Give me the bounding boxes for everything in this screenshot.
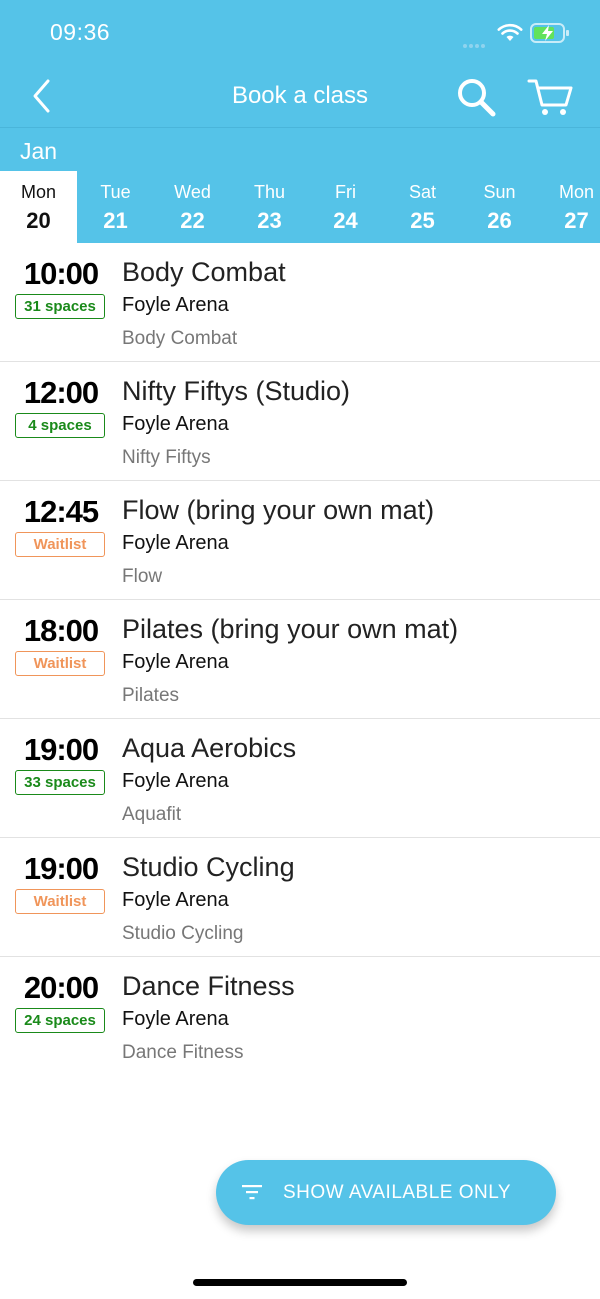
class-name: Studio Cycling <box>122 852 295 882</box>
show-available-only-button[interactable]: SHOW AVAILABLE ONLY <box>216 1160 556 1225</box>
class-time: 19:00 <box>23 851 99 886</box>
day-name: Tue <box>100 182 131 202</box>
day-name: Sat <box>408 182 437 202</box>
class-category: Pilates <box>122 685 180 706</box>
class-category: Nifty Fiftys <box>122 447 211 468</box>
waitlist-badge: Waitlist <box>15 651 105 676</box>
filter-icon <box>242 1185 262 1200</box>
day-tab-tue-21[interactable]: Tue 21 <box>77 171 154 243</box>
day-tab-mon-20[interactable]: Mon 20 <box>0 171 77 243</box>
day-tab-sun-26[interactable]: Sun 26 <box>461 171 538 243</box>
day-date: 23 <box>257 208 282 233</box>
day-name: Wed <box>174 182 211 202</box>
class-category: Dance Fitness <box>122 1042 244 1063</box>
day-name: Fri <box>335 182 356 202</box>
cellular-signal-icon <box>463 35 487 53</box>
fab-label: SHOW AVAILABLE ONLY <box>283 1182 512 1203</box>
battery-charging-icon <box>530 23 569 43</box>
day-date: 21 <box>103 208 128 233</box>
class-venue: Foyle Arena <box>122 651 229 673</box>
nav-bar: Book a class <box>0 64 600 128</box>
class-name: Body Combat <box>122 257 286 287</box>
class-name: Dance Fitness <box>122 971 295 1001</box>
class-category: Flow <box>122 566 163 587</box>
wifi-icon <box>497 23 523 41</box>
day-date: 25 <box>410 208 435 233</box>
day-tab-sat-25[interactable]: Sat 25 <box>384 171 461 243</box>
availability-badge: 4 spaces <box>15 413 105 438</box>
status-bar: 09:36 <box>0 0 600 64</box>
availability-badge: 33 spaces <box>15 770 105 795</box>
availability-badge: 24 spaces <box>15 1008 105 1033</box>
class-row[interactable]: 19:00 33 spaces Aqua Aerobics Foyle Aren… <box>0 719 600 838</box>
class-row[interactable]: 20:00 24 spaces Dance Fitness Foyle Aren… <box>0 957 600 1075</box>
header-divider <box>0 127 600 128</box>
home-indicator[interactable] <box>193 1279 407 1286</box>
day-name: Mon <box>558 182 594 202</box>
class-row[interactable]: 12:00 4 spaces Nifty Fiftys (Studio) Foy… <box>0 362 600 481</box>
class-category: Studio Cycling <box>122 923 244 944</box>
class-row[interactable]: 18:00 Waitlist Pilates (bring your own m… <box>0 600 600 719</box>
class-venue: Foyle Arena <box>122 889 229 911</box>
day-date: 26 <box>487 208 512 233</box>
day-tab-thu-23[interactable]: Thu 23 <box>231 171 308 243</box>
day-date: 24 <box>333 208 358 233</box>
class-venue: Foyle Arena <box>122 532 229 554</box>
class-list: 10:00 31 spaces Body Combat Foyle Arena … <box>0 243 600 1075</box>
class-name: Aqua Aerobics <box>122 733 297 763</box>
cart-icon[interactable] <box>527 77 573 117</box>
class-time: 12:00 <box>23 375 99 410</box>
class-venue: Foyle Arena <box>122 1008 229 1030</box>
class-category: Body Combat <box>122 328 238 349</box>
day-selector: Mon 20 Tue 21 Wed 22 Thu 23 Fri 24 Sat 2… <box>0 171 600 243</box>
class-venue: Foyle Arena <box>122 294 229 316</box>
day-tab-mon-27[interactable]: Mon 27 <box>538 171 600 243</box>
class-time: 12:45 <box>23 494 99 529</box>
class-venue: Foyle Arena <box>122 770 229 792</box>
class-time: 18:00 <box>23 613 99 648</box>
class-name: Pilates (bring your own mat) <box>122 614 459 644</box>
class-row[interactable]: 19:00 Waitlist Studio Cycling Foyle Aren… <box>0 838 600 957</box>
class-name: Flow (bring your own mat) <box>122 495 435 525</box>
class-time: 20:00 <box>23 970 99 1005</box>
day-name: Sun <box>483 182 516 202</box>
class-category: Aquafit <box>122 804 182 825</box>
day-date: 27 <box>564 208 589 233</box>
class-venue: Foyle Arena <box>122 413 229 435</box>
class-row[interactable]: 12:45 Waitlist Flow (bring your own mat)… <box>0 481 600 600</box>
day-name: Mon <box>20 182 56 202</box>
class-time: 19:00 <box>23 732 99 767</box>
availability-badge: 31 spaces <box>15 294 105 319</box>
day-tab-wed-22[interactable]: Wed 22 <box>154 171 231 243</box>
month-label: Jan <box>20 138 58 164</box>
class-time: 10:00 <box>23 256 99 291</box>
class-row[interactable]: 10:00 31 spaces Body Combat Foyle Arena … <box>0 243 600 362</box>
day-name: Thu <box>253 182 286 202</box>
status-time: 09:36 <box>50 19 111 45</box>
waitlist-badge: Waitlist <box>15 532 105 557</box>
app-header: 09:36 Book a class Jan Mon 20 Tue 21 Wed… <box>0 0 600 243</box>
search-icon[interactable] <box>455 76 497 118</box>
day-date: 20 <box>26 208 51 233</box>
waitlist-badge: Waitlist <box>15 889 105 914</box>
page-title: Book a class <box>231 82 369 109</box>
class-name: Nifty Fiftys (Studio) <box>122 376 351 406</box>
day-tab-fri-24[interactable]: Fri 24 <box>307 171 384 243</box>
day-date: 22 <box>180 208 205 233</box>
